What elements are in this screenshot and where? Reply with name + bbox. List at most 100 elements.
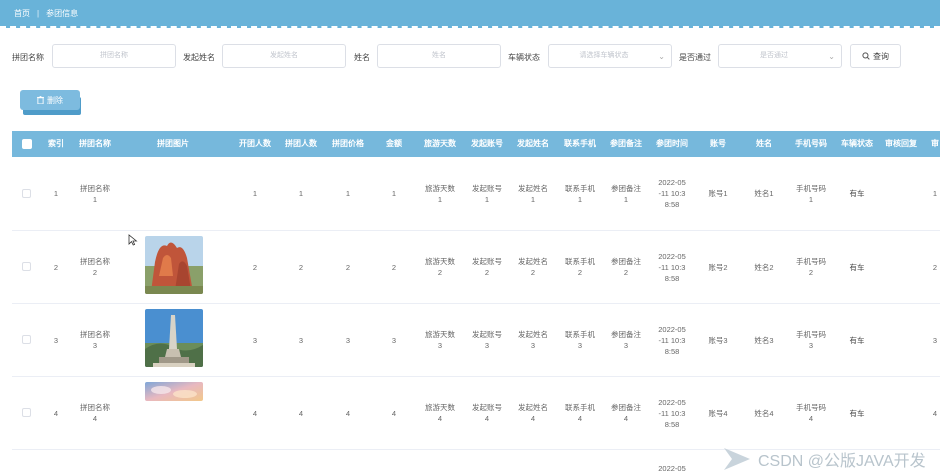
column-header: 联系手机 xyxy=(564,139,596,148)
approved-placeholder: 是否通过 xyxy=(760,52,788,59)
csdn-logo-icon xyxy=(724,448,750,470)
column-header: 拼团价格 xyxy=(332,139,364,148)
cell-price: 3 xyxy=(345,335,351,345)
cell-mobile: 手机号码 2 xyxy=(796,257,826,277)
query-button-label: 查询 xyxy=(873,51,889,61)
table-row[interactable]: 3 拼团名称 3 3 3 3 3 旅游天数 3 发起账号 3 发起姓名 3 联系手机 3 … xyxy=(12,304,940,377)
delete-button[interactable]: 删除 xyxy=(20,90,80,110)
cell-cut-off: 3 xyxy=(932,335,938,345)
query-button[interactable]: 查询 xyxy=(850,44,901,68)
cell-initiator-name: 发起姓名 4 xyxy=(518,403,548,423)
cell-days: 旅游天数 2 xyxy=(425,257,455,277)
cell-open-count: 3 xyxy=(252,335,258,345)
cell-account: 账号4 xyxy=(708,408,728,418)
cell-group-name: 拼团名称 1 xyxy=(80,183,110,204)
approved-select[interactable]: 是否通过 ⌄ xyxy=(718,44,842,68)
table-row[interactable]: 4 拼团名称 4 4 4 4 4 旅游天数 4 发起账号 4 发起姓名 4 联系手机 4 … xyxy=(12,377,940,450)
cell-initiator-name: 发起姓名 3 xyxy=(518,330,548,350)
cell-open-count: 1 xyxy=(252,189,258,198)
column-header: 审 xyxy=(931,139,939,148)
breadcrumb-home[interactable]: 首页 xyxy=(14,8,30,19)
cell-cut-off: 4 xyxy=(932,408,938,418)
table-row[interactable]: 2 拼团名称 2 2 2 2 2 旅游天数 2 发起账号 2 发起姓名 2 联系手机 2 … xyxy=(12,231,940,304)
cell-contact-phone: 联系手机 2 xyxy=(565,257,595,277)
cell-vehicle-status: 有车 xyxy=(849,262,865,272)
cell-account: 账号3 xyxy=(708,335,728,345)
chevron-down-icon: ⌄ xyxy=(658,52,665,61)
cell-contact-phone: 联系手机 1 xyxy=(565,183,595,204)
search-form: 拼团名称 拼团名称 发起姓名 发起姓名 姓名 姓名 车辆状态 请选择车辆状态 ⌄… xyxy=(0,44,940,70)
breadcrumb-current: 参团信息 xyxy=(46,8,79,18)
column-header: 索引 xyxy=(48,139,64,148)
cell-group-name: 拼团名称 3 xyxy=(80,330,110,350)
vehicle-status-select[interactable]: 请选择车辆状态 ⌄ xyxy=(548,44,672,68)
cell-index: 4 xyxy=(53,408,59,418)
initiator-label: 发起姓名 xyxy=(183,53,215,62)
cell-group-count: 1 xyxy=(298,189,304,198)
cell-price: 4 xyxy=(345,408,351,418)
group-name-input[interactable]: 拼团名称 xyxy=(52,44,176,68)
cell-mobile: 手机号码 3 xyxy=(796,330,826,350)
cell-mobile: 手机号码 4 xyxy=(796,403,826,423)
row-checkbox[interactable] xyxy=(22,188,31,198)
search-icon xyxy=(862,52,870,60)
cell-initiator-name: 发起姓名 2 xyxy=(518,257,548,277)
cell-open-count: 4 xyxy=(252,408,258,418)
select-all-checkbox[interactable] xyxy=(22,139,32,149)
name-input[interactable]: 姓名 xyxy=(377,44,501,68)
row-checkbox[interactable] xyxy=(22,408,31,417)
column-header: 开团人数 xyxy=(239,139,271,148)
cell-initiator-account: 发起账号 2 xyxy=(472,257,502,277)
cell-amount: 2 xyxy=(391,262,397,272)
cell-note: 参团备注 1 xyxy=(611,183,641,204)
delete-button-label: 删除 xyxy=(47,95,63,105)
trash-icon xyxy=(37,96,44,104)
column-header: 发起姓名 xyxy=(517,139,549,148)
cell-amount: 1 xyxy=(391,189,397,198)
cell-name: 姓名1 xyxy=(754,189,774,198)
cell-index: 1 xyxy=(53,189,59,198)
cell-index: 2 xyxy=(53,262,59,272)
row-checkbox[interactable] xyxy=(22,335,31,344)
row-checkbox[interactable] xyxy=(22,262,31,271)
table-row[interactable]: 1 拼团名称 1 1 1 1 1 旅游天数 1 发起账号 1 发起姓名 1 联系手机 1 … xyxy=(12,157,940,231)
watermark: CSDN @公版JAVA开发 xyxy=(722,444,940,474)
breadcrumb: 首页 | 参团信息 xyxy=(0,0,940,28)
breadcrumb-separator: | xyxy=(37,8,40,18)
approved-label: 是否通过 xyxy=(679,53,711,62)
cell-open-count: 2 xyxy=(252,262,258,272)
cell-price: 2 xyxy=(345,262,351,272)
name-label: 姓名 xyxy=(354,53,370,62)
cell-group-count: 4 xyxy=(298,408,304,418)
cell-group-name: 拼团名称 4 xyxy=(80,403,110,423)
column-header: 发起账号 xyxy=(471,139,503,148)
chevron-down-icon: ⌄ xyxy=(828,52,835,61)
column-header: 拼团人数 xyxy=(285,139,317,148)
cell-days: 旅游天数 1 xyxy=(425,183,455,204)
group-image xyxy=(145,309,203,367)
mouse-cursor-icon xyxy=(128,234,138,246)
cell-time: 2022-05 -11 10:3 8:58 xyxy=(658,178,686,209)
cell-group-count: 3 xyxy=(298,335,304,345)
column-header: 旅游天数 xyxy=(424,139,456,148)
cell-name: 姓名3 xyxy=(754,335,774,345)
column-header: 拼团图片 xyxy=(157,139,189,148)
cell-note: 参团备注 2 xyxy=(611,257,641,277)
column-header: 手机号码 xyxy=(795,139,827,148)
column-header: 审核回复 xyxy=(885,139,917,148)
group-image xyxy=(145,236,203,294)
cell-name: 姓名2 xyxy=(754,262,774,272)
cell-contact-phone: 联系手机 4 xyxy=(565,403,595,423)
cell-initiator-account: 发起账号 1 xyxy=(472,183,502,204)
cell-days: 旅游天数 4 xyxy=(425,403,455,423)
cell-amount: 3 xyxy=(391,335,397,345)
table-header: 索引 拼团名称 拼团图片 开团人数 拼团人数 拼团价格 金额 旅游天数 发起账号… xyxy=(12,131,940,157)
cell-vehicle-status: 有车 xyxy=(849,189,865,198)
cell-time: 2022-05 -11 10:3 8:58 xyxy=(658,397,686,429)
vehicle-status-label: 车辆状态 xyxy=(508,53,540,62)
cell-group-count: 2 xyxy=(298,262,304,272)
cell-initiator-name: 发起姓名 1 xyxy=(518,183,548,204)
cell-initiator-account: 发起账号 4 xyxy=(472,403,502,423)
column-header: 账号 xyxy=(710,139,726,148)
initiator-input[interactable]: 发起姓名 xyxy=(222,44,346,68)
